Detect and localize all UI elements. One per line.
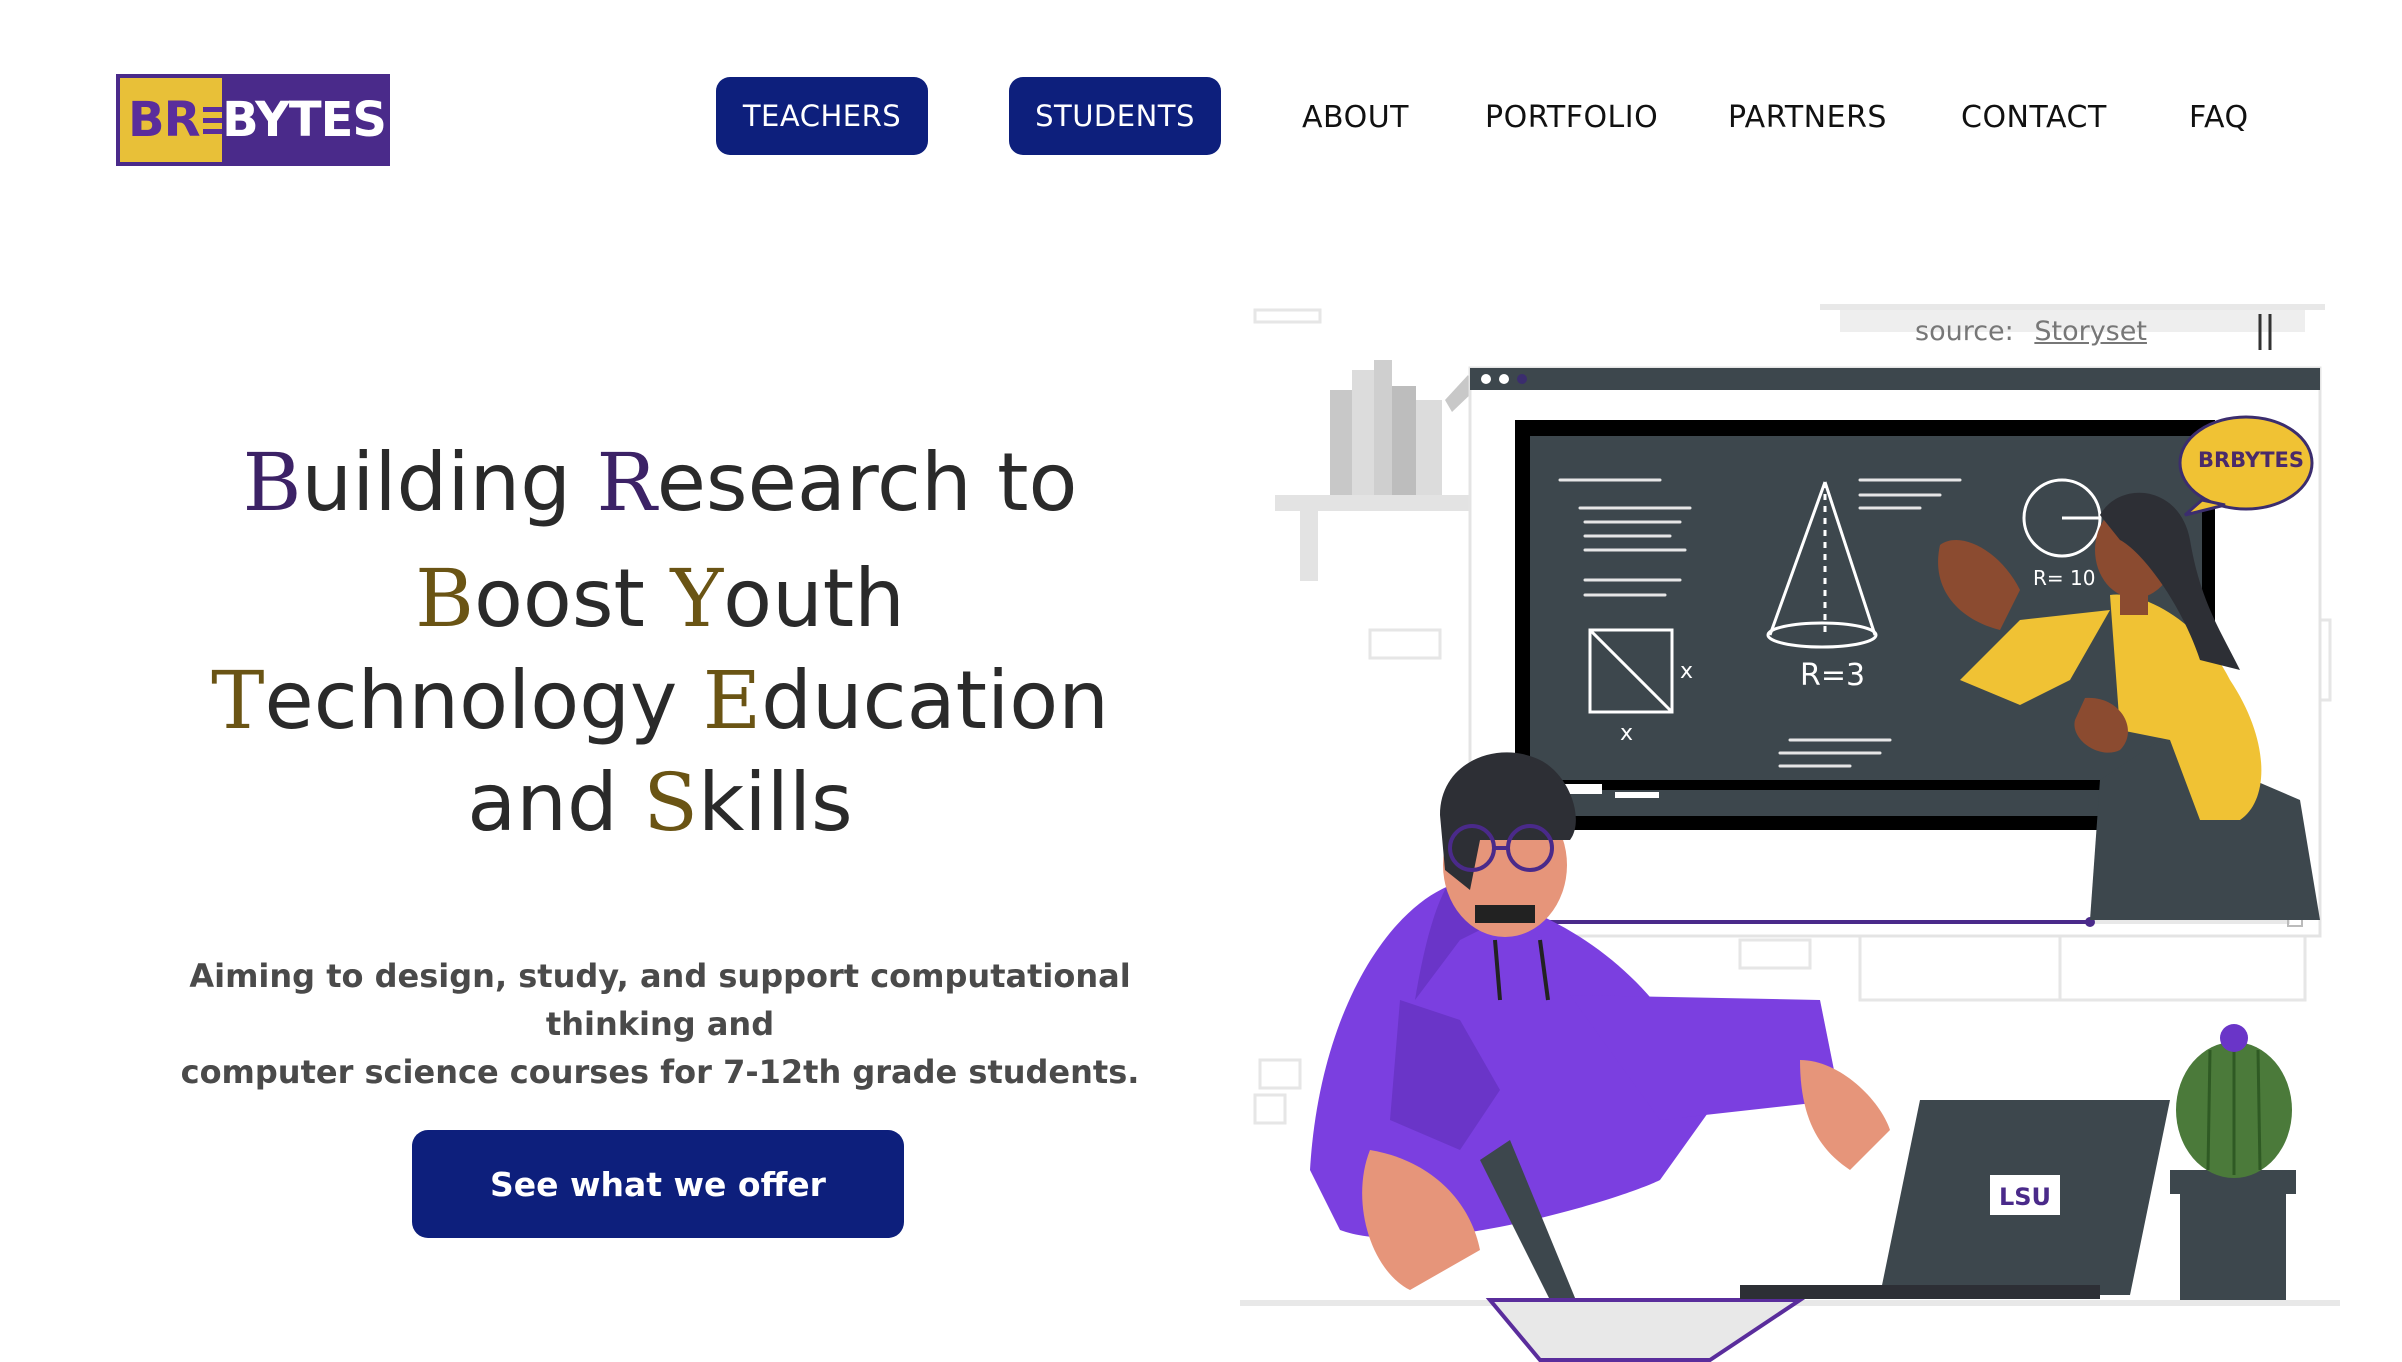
headline-text: ducation (761, 654, 1109, 747)
logo-speed-lines (202, 85, 223, 155)
hero-subtext: Aiming to design, study, and support com… (110, 952, 1210, 1096)
speech-bubble-text: BRBYTES (2197, 448, 2305, 472)
headline-text: outh (723, 552, 905, 645)
nav-link-contact[interactable]: CONTACT (1961, 100, 2107, 135)
headline-line-3: Technology Education (130, 650, 1190, 752)
nav-button-students[interactable]: STUDENTS (1009, 77, 1221, 155)
headline-cap: B (242, 436, 302, 529)
logo-right-text: BYTES (222, 78, 386, 162)
nav-link-faq[interactable]: FAQ (2189, 100, 2249, 135)
nav-link-about[interactable]: ABOUT (1302, 100, 1409, 135)
headline-cap: R (596, 436, 657, 529)
hero-headline: Building Research to Boost Youth Technol… (130, 432, 1190, 854)
logo-left-text: BR (128, 92, 201, 148)
brand-logo[interactable]: BR BYTES (116, 74, 390, 166)
hero-subtext-line-1: Aiming to design, study, and support com… (189, 957, 1131, 1043)
see-what-we-offer-button[interactable]: See what we offer (412, 1130, 904, 1238)
board-label-x2: x (1620, 721, 1633, 746)
storyset-link[interactable]: Storyset (2034, 316, 2147, 347)
board-label-r3: R=3 (1800, 658, 1865, 693)
board-label-x1: x (1680, 659, 1693, 684)
bookshelf-decor (1275, 360, 1475, 581)
nav-link-partners[interactable]: PARTNERS (1728, 100, 1887, 135)
headline-text: uilding (301, 436, 597, 529)
headline-text: and (467, 756, 644, 849)
headline-cap: S (643, 756, 699, 849)
source-label: source: (1915, 316, 2014, 347)
headline-cap: Y (670, 552, 724, 645)
headline-cap: B (415, 552, 474, 645)
laptop-logo-text: LSU (1999, 1183, 2051, 1211)
headline-line-2: Boost Youth (130, 548, 1190, 650)
headline-line-4: and Skills (130, 752, 1190, 854)
cactus-plant (2170, 1024, 2296, 1300)
nav-button-teachers[interactable]: TEACHERS (716, 77, 928, 155)
board-label-r10: R= 10 (2033, 566, 2095, 590)
headline-text: echnology (264, 654, 703, 747)
headline-line-1: Building Research to (130, 432, 1190, 534)
headline-text: kills (698, 756, 853, 849)
headline-cap: E (702, 654, 762, 747)
headline-cap: T (211, 654, 265, 747)
headline-text: esearch to (656, 436, 1078, 529)
nav-link-portfolio[interactable]: PORTFOLIO (1485, 100, 1658, 135)
headline-text: oost (473, 552, 671, 645)
image-source-credit: source: Storyset (1915, 316, 2147, 347)
hero-illustration: R=3 R= 10 h x x (1240, 304, 2340, 1362)
hero-subtext-line-2: computer science courses for 7-12th grad… (180, 1053, 1140, 1091)
